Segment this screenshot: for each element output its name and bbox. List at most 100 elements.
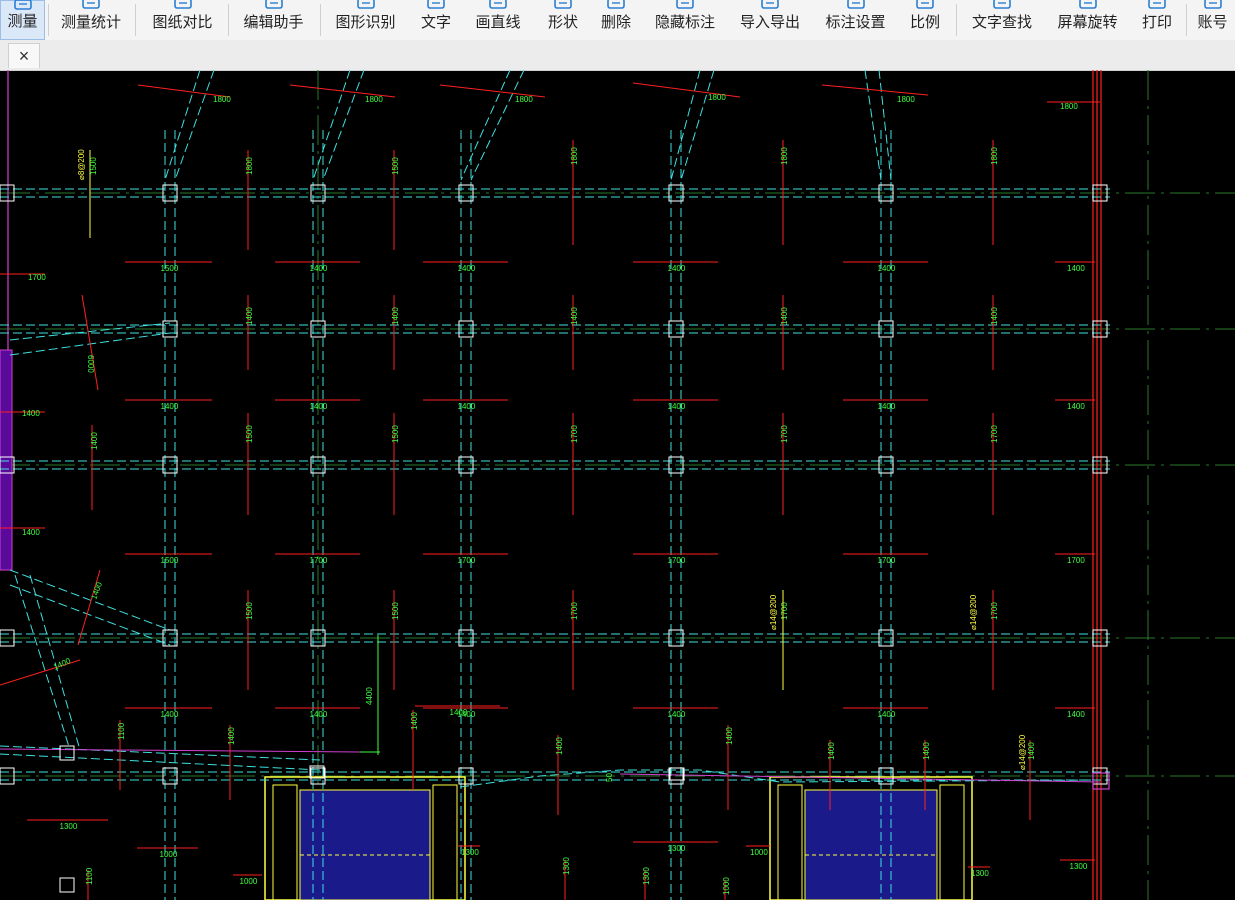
- toolbar-label: 标注设置: [825, 14, 886, 31]
- toolbar-label: 形状: [547, 14, 578, 31]
- toolbar-button-17[interactable]: 账号: [1190, 0, 1235, 40]
- dimension-label: 1400: [725, 727, 734, 745]
- dimension-label: 1400: [22, 409, 40, 418]
- dimension-label: 1800: [990, 147, 999, 165]
- dimension-label: 1300: [60, 822, 78, 831]
- toolbar-button-15[interactable]: 屏幕旋转: [1050, 0, 1125, 40]
- grid-line: [9, 322, 171, 341]
- grid-line: [312, 70, 351, 181]
- toolbar-button-16[interactable]: 打印: [1132, 0, 1182, 40]
- dimension-label: 1800: [570, 147, 579, 165]
- dimension-label: 1700: [990, 602, 999, 620]
- toolbar-button-9[interactable]: 删除: [592, 0, 640, 40]
- print-icon: [1146, 0, 1168, 9]
- toolbar-separator: [1186, 4, 1187, 36]
- close-tab-button[interactable]: ×: [8, 43, 40, 68]
- toolbar-label: 画直线: [475, 14, 521, 31]
- toolbar-label: 文字查找: [971, 14, 1032, 31]
- toolbar-label: 账号: [1197, 14, 1228, 31]
- toolbar-button-8[interactable]: 形状: [538, 0, 588, 40]
- toolbar-button-12[interactable]: 标注设置: [818, 0, 893, 40]
- rotate-screen-icon: [1077, 0, 1099, 9]
- dimension-label: 1700: [570, 425, 579, 443]
- toolbar-button-2[interactable]: 测量统计: [52, 0, 130, 40]
- toolbar-button-11[interactable]: 导入导出: [730, 0, 810, 40]
- toolbar-label: 删除: [600, 14, 631, 31]
- toolbar-button-7[interactable]: 画直线: [468, 0, 528, 40]
- dimension-label: 1400: [22, 528, 40, 537]
- dimension-label: 1800: [897, 95, 915, 104]
- toolbar-separator: [956, 4, 957, 36]
- dimension-label: 1800: [780, 147, 789, 165]
- dimension-label: 1400: [827, 742, 836, 760]
- dimension-label: 1400: [878, 402, 896, 411]
- toolbar-button-14[interactable]: 文字查找: [962, 0, 1042, 40]
- shape-icon: [552, 0, 574, 9]
- dimension-label: 1700: [990, 425, 999, 443]
- dimension-label: 1800: [213, 95, 231, 104]
- dimension-label: 1000: [722, 877, 731, 895]
- dimension-label: 1400: [391, 307, 400, 325]
- toolbar-button-3[interactable]: 图纸对比: [140, 0, 225, 40]
- dimension-line: [81, 294, 99, 391]
- core-wall: [939, 784, 965, 900]
- text-search-icon: [991, 0, 1013, 9]
- dimension-label: 1400: [52, 656, 72, 672]
- dimension-label: 1500: [161, 556, 179, 565]
- toolbar-button-4[interactable]: 编辑助手: [232, 0, 315, 40]
- dimension-label: 1400: [90, 432, 99, 450]
- toolbar-label: 测量: [7, 13, 38, 30]
- scale-icon: [914, 0, 936, 9]
- left-wall: [0, 349, 13, 571]
- dimension-label: 1400: [458, 402, 476, 411]
- edit-assistant-icon: [263, 0, 285, 9]
- dimension-label: 1700: [668, 556, 686, 565]
- grid-line: [0, 745, 321, 761]
- tab-bar: ×: [0, 40, 1235, 71]
- dimension-label: 1400: [780, 307, 789, 325]
- dimension-label: 1300: [971, 869, 989, 878]
- dimension-label: 4400: [365, 687, 374, 705]
- toolbar-label: 文字: [420, 14, 451, 31]
- toolbar-button-6[interactable]: 文字: [412, 0, 460, 40]
- toolbar-button-13[interactable]: 比例: [902, 0, 948, 40]
- dimension-label: 1400: [922, 742, 931, 760]
- drawing-canvas[interactable]: 1800 1800 1800 1800 1800 1800 1800 1500 1800 1800…: [0, 70, 1235, 900]
- dimension-label: 1500: [245, 602, 254, 620]
- toolbar-separator: [48, 4, 49, 36]
- dimension-label: 1300: [642, 867, 651, 885]
- core-fill: [299, 789, 431, 900]
- dimension-label: 1400: [668, 264, 686, 273]
- toolbar-label: 导入导出: [739, 14, 800, 31]
- compare-icon: [172, 0, 194, 9]
- dimension-label: 1100: [85, 867, 94, 885]
- measure-stats-icon: [80, 0, 102, 9]
- line-icon: [487, 0, 509, 9]
- eraser-icon: [605, 0, 627, 9]
- dimension-label: ⌀14@200: [1018, 734, 1027, 770]
- pile-cap: [59, 877, 75, 893]
- dimension-line: [821, 84, 929, 96]
- dimension-label: 1800: [515, 95, 533, 104]
- dimension-label: 1400: [227, 727, 236, 745]
- dimension-label: 1400: [310, 402, 328, 411]
- dimension-label: 1400: [458, 264, 476, 273]
- core-wall: [272, 784, 298, 900]
- dimension-label: 1400: [878, 710, 896, 719]
- dimension-label: 1400: [410, 712, 419, 730]
- toolbar-button-10[interactable]: 隐藏标注: [648, 0, 722, 40]
- dimension-label: 1500: [245, 425, 254, 443]
- dimension-label: 1000: [240, 877, 258, 886]
- dimension-label: 1400: [1067, 710, 1085, 719]
- toolbar-label: 图形识别: [335, 14, 396, 31]
- account-icon: [1202, 0, 1224, 9]
- grid-line: [9, 569, 171, 631]
- toolbar-button-5[interactable]: 图形识别: [326, 0, 405, 40]
- text-icon: [425, 0, 447, 9]
- dimension-label: 1300: [562, 857, 571, 875]
- toolbar-button-1[interactable]: 测量: [0, 0, 45, 40]
- dimension-label: 1400: [990, 307, 999, 325]
- dimension-label: 1300: [461, 848, 479, 857]
- dimension-label: 1800: [1060, 102, 1078, 111]
- dimension-label: 1500: [391, 157, 400, 175]
